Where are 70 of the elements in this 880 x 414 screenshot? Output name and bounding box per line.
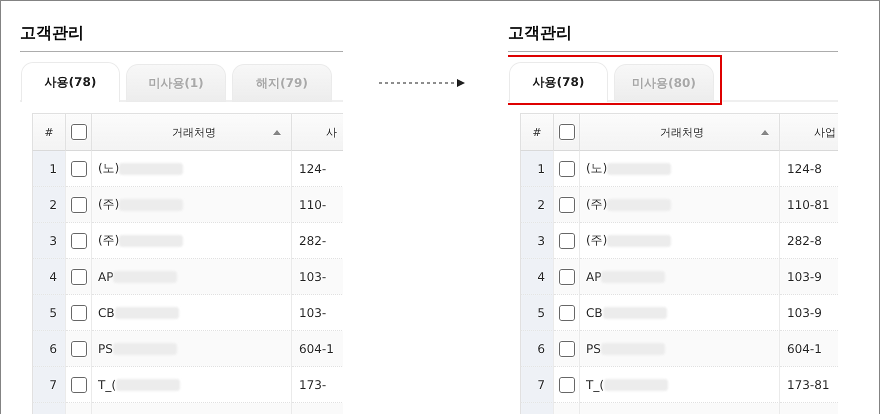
business-number: 110-81 (787, 198, 830, 212)
row-number: 5 (49, 306, 57, 320)
column-header[interactable]: 거래처명 (660, 124, 704, 140)
checkbox[interactable] (70, 376, 86, 392)
business-number: 103-9 (787, 306, 822, 320)
client-name: (주) (586, 196, 608, 213)
row-number: 1 (537, 162, 545, 176)
client-name: T_( (98, 378, 116, 392)
business-number: 173-81 (787, 378, 830, 392)
checkbox[interactable] (558, 376, 574, 392)
row-number: 6 (537, 342, 545, 356)
checkbox[interactable] (70, 232, 86, 248)
page-title: 고객관리 (20, 23, 343, 52)
client-name: (노) (586, 160, 608, 177)
row-number: 1 (49, 162, 57, 176)
column-header[interactable]: 거래처명 (172, 124, 216, 140)
client-name: AP (98, 270, 114, 284)
row-number: 2 (49, 198, 57, 212)
business-number: 124-8 (787, 162, 822, 176)
row-number: 7 (537, 378, 545, 392)
business-number: 604-1 (299, 342, 334, 356)
row-number: 5 (537, 306, 545, 320)
client-name: T_( (586, 378, 604, 392)
client-name: PS (586, 342, 601, 356)
business-number: 103-9 (787, 270, 822, 284)
checkbox[interactable] (70, 304, 86, 320)
sort-up-icon[interactable] (761, 130, 769, 134)
row-number: 6 (49, 342, 57, 356)
checkbox[interactable] (70, 160, 86, 176)
tab[interactable]: 사용(78) (509, 62, 608, 102)
row-number: 4 (537, 270, 545, 284)
client-name: (주) (98, 232, 120, 249)
row-number: 7 (49, 378, 57, 392)
client-name: (주) (98, 196, 120, 213)
business-number: 604-1 (787, 342, 822, 356)
business-number: 103- (299, 306, 326, 320)
business-number: 124- (299, 162, 326, 176)
business-number: 282-8 (787, 234, 822, 248)
row-number: 3 (537, 234, 545, 248)
checkbox[interactable] (558, 268, 574, 284)
checkbox[interactable] (70, 268, 86, 284)
business-number: 173- (299, 378, 326, 392)
business-number: 110- (299, 198, 326, 212)
column-header[interactable]: 사업 (780, 113, 838, 151)
checkbox[interactable] (558, 160, 574, 176)
checkbox[interactable] (558, 340, 574, 356)
column-header: # (32, 113, 66, 151)
checkbox[interactable] (70, 196, 86, 212)
column-header[interactable]: 사 (292, 113, 343, 151)
page-title: 고객관리 (508, 23, 838, 52)
row-number: 3 (49, 234, 57, 248)
column-header: # (520, 113, 554, 151)
client-name: AP (586, 270, 602, 284)
client-name: CB (586, 306, 603, 320)
business-number: 103- (299, 270, 326, 284)
client-name: (노) (98, 160, 120, 177)
checkbox[interactable] (558, 196, 574, 212)
checkbox[interactable] (558, 232, 574, 248)
sort-up-icon[interactable] (273, 130, 281, 134)
business-number: 282- (299, 234, 326, 248)
tab[interactable]: 사용(78) (21, 62, 120, 102)
checkbox[interactable] (558, 124, 574, 140)
client-name: (주) (586, 232, 608, 249)
checkbox[interactable] (558, 304, 574, 320)
row-number: 4 (49, 270, 57, 284)
checkbox[interactable] (70, 124, 86, 140)
client-name: CB (98, 306, 115, 320)
row-number: 2 (537, 198, 545, 212)
checkbox[interactable] (70, 340, 86, 356)
client-name: PS (98, 342, 113, 356)
